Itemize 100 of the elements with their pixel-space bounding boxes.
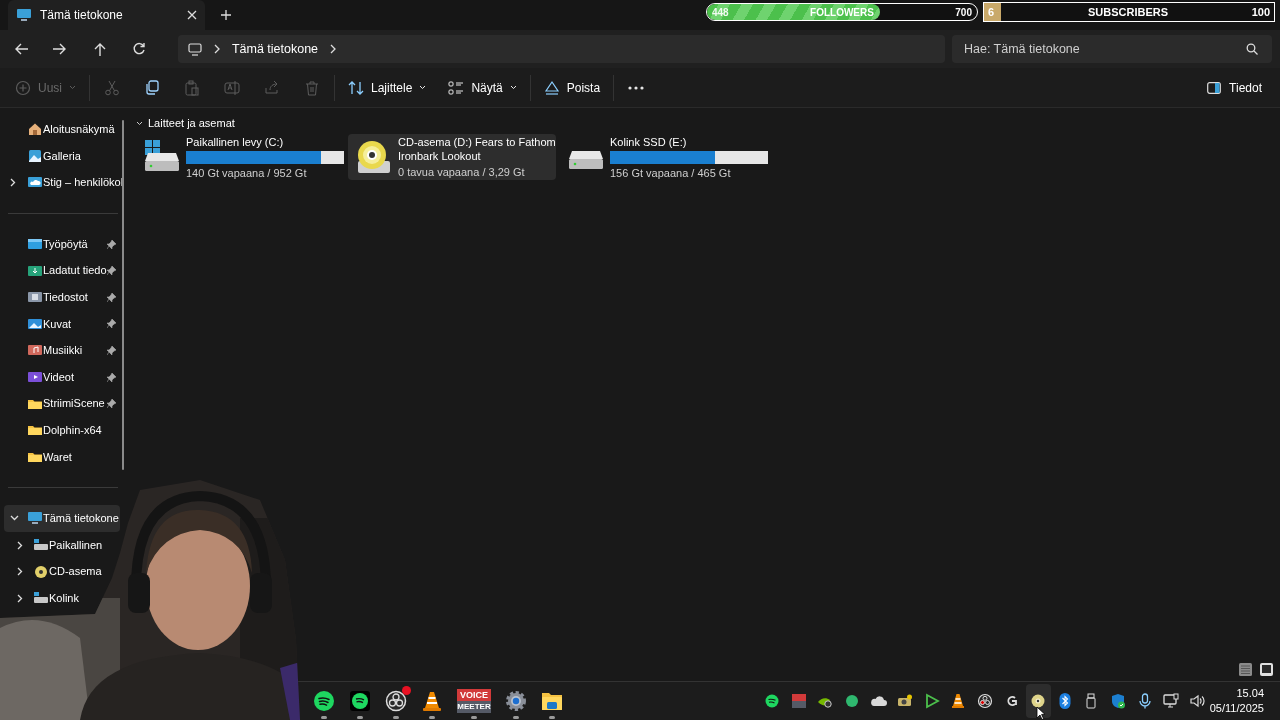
close-icon[interactable] (187, 10, 197, 20)
toolbar-button[interactable]: Näytä (441, 72, 524, 103)
home-icon (28, 122, 42, 137)
nav-item[interactable]: Tiedostot (4, 283, 120, 311)
followers-count: 448 (712, 5, 729, 20)
drive-tile[interactable]: Paikallinen levy (C:) 140 Gt vapaana / 952 Gt (136, 134, 344, 180)
details-view-button[interactable] (1238, 661, 1253, 677)
toolbar-button[interactable]: Lajittele (341, 72, 434, 103)
nav-label: Videot (43, 369, 75, 385)
free-space-text: 140 Gt vapaana / 952 Gt (186, 165, 308, 180)
chevron-right-icon (213, 44, 220, 54)
nav-item[interactable]: Kuvat (4, 310, 120, 338)
folder-icon (541, 690, 563, 712)
refresh-icon[interactable] (132, 42, 147, 56)
disc-icon (34, 564, 48, 579)
pin-icon (107, 345, 116, 355)
panel-icon (1207, 81, 1222, 94)
nav-item[interactable]: Videot (4, 363, 120, 391)
clipboard-icon (184, 79, 200, 96)
nav-item[interactable]: StriimiScene (4, 390, 120, 417)
bluetooth-icon (1056, 693, 1073, 709)
pin-icon (107, 399, 116, 409)
circle-icon (844, 693, 861, 709)
chevron-down-icon (509, 85, 517, 90)
chevron-right-icon[interactable] (10, 178, 16, 187)
chevron-down-icon (419, 85, 427, 90)
share-icon (264, 79, 280, 96)
drive-name: Paikallinen levy (C:) (186, 134, 285, 149)
nav-item[interactable]: Tämä tietokone (4, 505, 120, 532)
pin-icon (107, 239, 116, 249)
drive-tile[interactable]: CD-asema (D:) Fears to Fathom Ironbark Lookout 0 tavua vapaana / 3,29 Gt (348, 134, 556, 180)
address-segment[interactable]: Tämä tietokone (231, 39, 319, 59)
section-header[interactable]: Laitteet ja asemat (148, 114, 235, 132)
pin-icon (107, 292, 116, 302)
nav-item[interactable]: Paikallinen (4, 531, 105, 559)
nav-item[interactable]: Kolink (4, 584, 81, 612)
list-icon (1238, 661, 1253, 677)
tab[interactable]: Tämä tietokone (8, 0, 205, 30)
chevron-down-icon[interactable] (136, 119, 143, 127)
spotify-icon (313, 690, 335, 712)
nav-label: Tiedostot (43, 290, 89, 305)
nav-item[interactable]: Musiikki (4, 337, 120, 364)
scrollbar[interactable] (122, 120, 124, 470)
drive-icon (34, 591, 48, 606)
eject-icon (543, 79, 560, 96)
nav-item[interactable]: CD-asema (4, 558, 104, 585)
chevron-right-icon[interactable] (330, 44, 337, 54)
more-icon (628, 85, 645, 90)
clock-time: 15.04 (1236, 686, 1264, 701)
taskbar-app[interactable]: VOICE MEETER (457, 682, 491, 720)
drive-name: CD-asema (D:) Fears to Fathom Ironbark Lookout (398, 135, 556, 163)
new-tab-icon[interactable] (221, 10, 231, 20)
nav-item[interactable]: Ladatut tiedo (4, 257, 120, 284)
drive-tile[interactable]: Kolink SSD (E:) 156 Gt vapaana / 465 Gt (560, 134, 768, 180)
trash-icon (304, 79, 320, 96)
nav-item[interactable]: Dolphin-x64 (4, 416, 120, 444)
computer-icon (28, 511, 42, 526)
tiles-view-button[interactable] (1259, 661, 1274, 677)
chevron-right-icon[interactable] (17, 540, 23, 550)
icon-label: MEETER (457, 701, 491, 713)
pin-icon (107, 319, 116, 329)
computer-icon (16, 8, 32, 22)
speaker-icon (1189, 693, 1206, 709)
cloud-folder-icon (28, 175, 42, 190)
nav-label: CD-asema (49, 564, 102, 580)
nav-item[interactable]: Työpöytä (4, 230, 120, 258)
chevron-down-icon[interactable] (10, 515, 19, 522)
followers-label: FOLLOWERS (810, 5, 874, 20)
nav-label: Dolphin-x64 (43, 423, 103, 438)
nav-item[interactable]: Galleria (4, 142, 120, 170)
document-folder-icon (28, 290, 42, 305)
picture-folder-icon (28, 316, 42, 331)
traffic-cone-icon (421, 690, 443, 712)
toolbar-button[interactable]: Poista (536, 72, 608, 103)
icon-label: VOICE (457, 689, 491, 701)
disc-icon (1030, 693, 1047, 709)
nav-item[interactable]: Aloitusnäkymä (4, 116, 120, 143)
cd-drive-icon (356, 139, 392, 175)
followers-goal: 700 (955, 5, 972, 20)
up-icon[interactable] (92, 42, 107, 56)
computer-icon (187, 42, 202, 56)
play-icon (923, 693, 940, 709)
nav-item[interactable]: Waret (4, 443, 120, 471)
pin-icon (107, 266, 116, 276)
forward-icon[interactable] (53, 42, 68, 56)
chevron-right-icon[interactable] (17, 593, 23, 603)
cursor-icon (1036, 706, 1046, 720)
drive-icon (34, 538, 48, 552)
back-icon[interactable] (14, 42, 28, 56)
list-view-icon (448, 79, 465, 96)
address-bar[interactable]: Tämä tietokone (177, 35, 945, 63)
chevron-right-icon[interactable] (17, 567, 23, 577)
microphone-icon (1136, 693, 1153, 709)
gallery-icon (28, 148, 42, 163)
clock[interactable]: 15.04 05/11/2025 (1209, 682, 1264, 720)
details-pane-button[interactable]: Tiedot (1201, 72, 1268, 103)
camera-icon (897, 693, 914, 709)
nav-label: Työpöytä (43, 236, 89, 252)
search-field[interactable]: Hae: Tämä tietokone (951, 35, 1272, 63)
notification-badge (402, 686, 411, 695)
